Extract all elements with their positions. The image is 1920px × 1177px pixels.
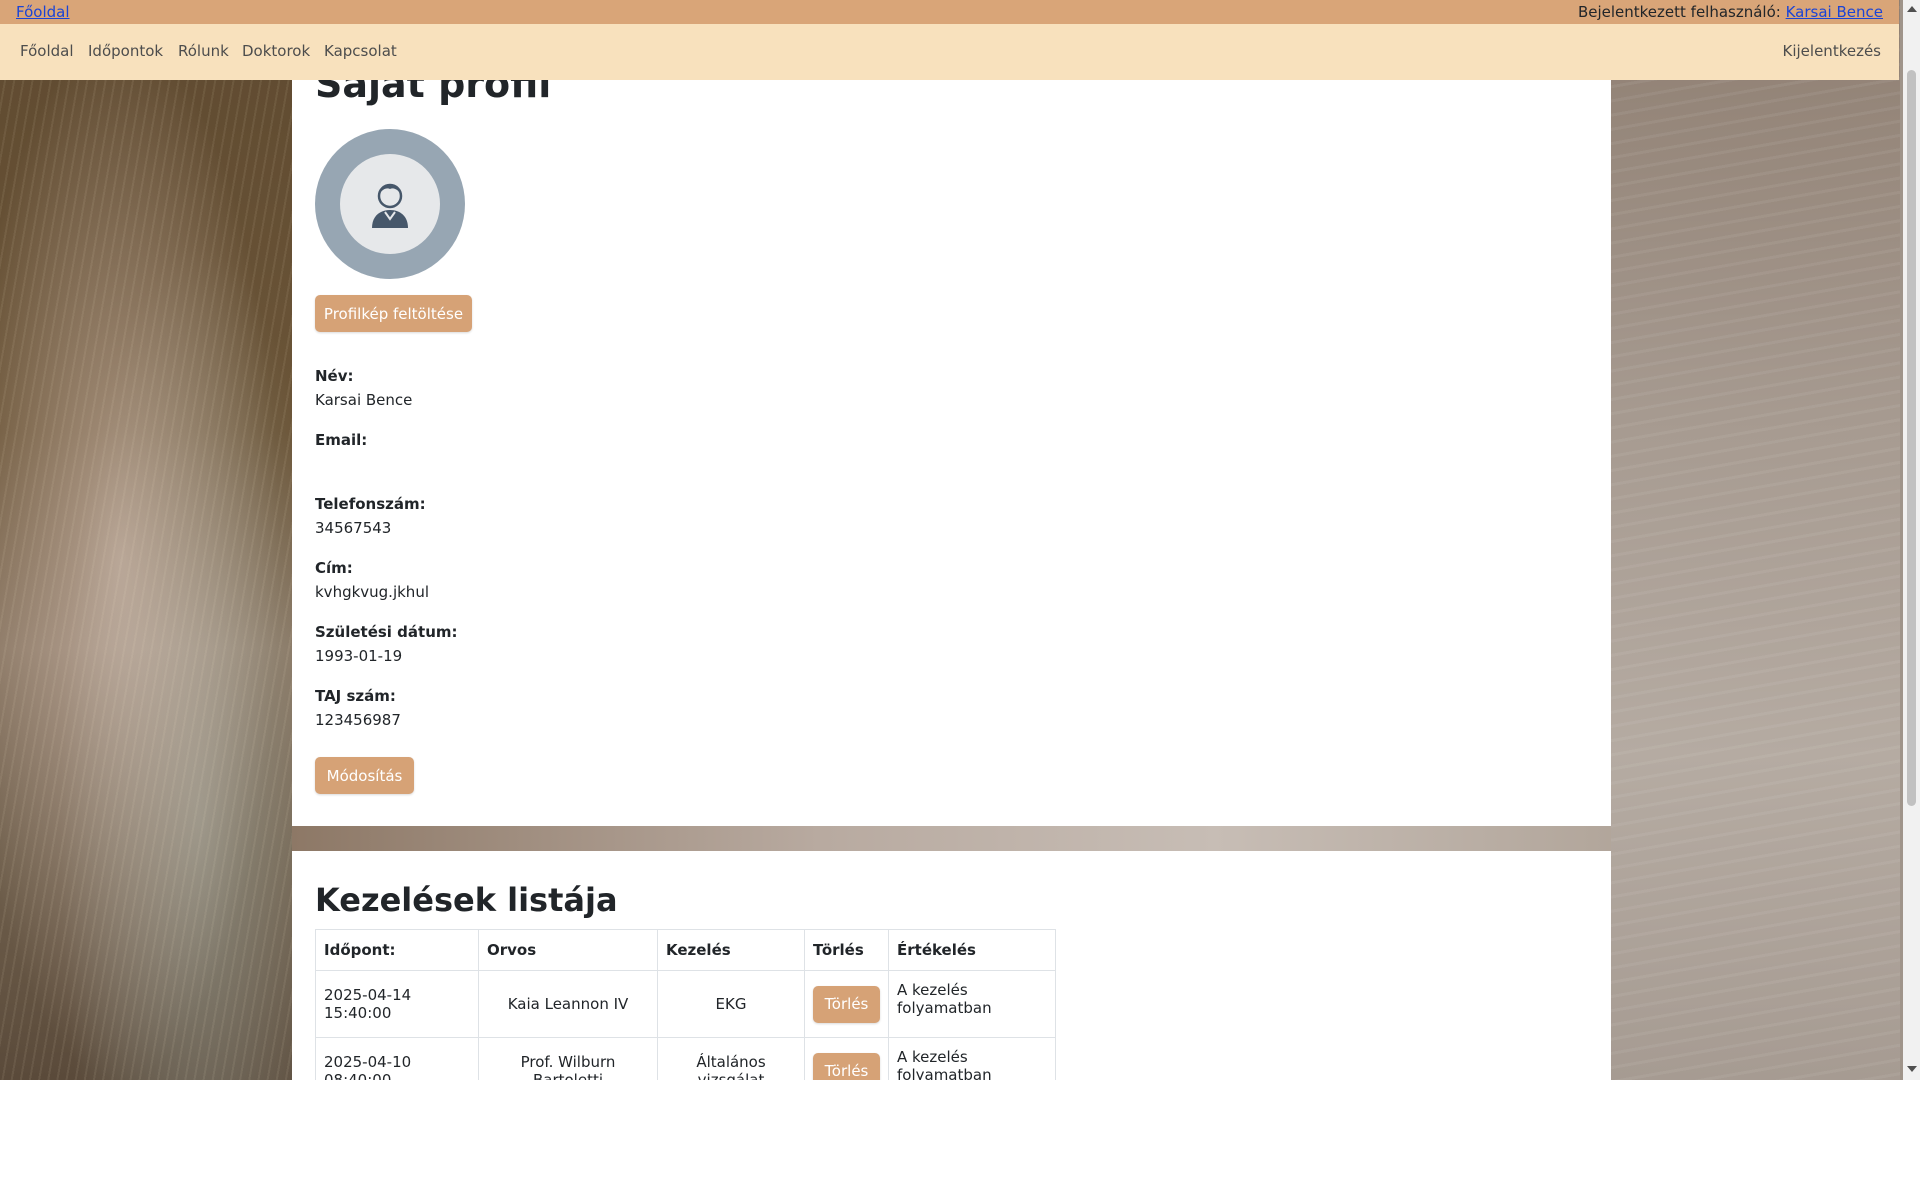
background-gap xyxy=(292,826,1611,851)
header-delete: Törlés xyxy=(804,929,889,971)
header-treatment: Kezelés xyxy=(657,929,805,971)
treatments-title: Kezelések listája xyxy=(315,881,618,919)
email-label: Email: xyxy=(315,431,368,449)
nav-item-doctors[interactable]: Doktorok xyxy=(242,42,310,60)
nav-item-contact[interactable]: Kapcsolat xyxy=(324,42,397,60)
row-treatment: EKG xyxy=(657,970,805,1038)
scroll-down-arrow-icon[interactable] xyxy=(1907,1066,1917,1072)
header-time: Időpont: xyxy=(315,929,479,971)
treatments-card: Kezelések listája Időpont: Orvos Kezelés… xyxy=(292,851,1611,1080)
top-home-link[interactable]: Főoldal xyxy=(16,0,70,24)
birthdate-value: 1993-01-19 xyxy=(315,647,403,665)
row-doctor: Prof. Wilburn Bartoletti xyxy=(478,1037,658,1080)
profile-card: Saját profil Profilkép feltöltése Név: K… xyxy=(292,40,1611,826)
name-value: Karsai Bence xyxy=(315,391,413,409)
top-bar: Főoldal Bejelentkezett felhasználó: Kars… xyxy=(0,0,1899,24)
table-row: 2025-04-10 08:40:00 Prof. Wilburn Bartol… xyxy=(315,1037,1056,1080)
header-rating: Értékelés xyxy=(888,929,1056,971)
row-delete-cell: Törlés xyxy=(804,970,889,1038)
row-delete-cell: Törlés xyxy=(804,1037,889,1080)
phone-value: 34567543 xyxy=(315,519,392,537)
address-value: kvhgkvug.jkhul xyxy=(315,583,429,601)
logged-in-user-link[interactable]: Karsai Bence xyxy=(1786,3,1883,21)
phone-label: Telefonszám: xyxy=(315,495,426,513)
page-scrollbar[interactable] xyxy=(1903,0,1920,1080)
name-label: Név: xyxy=(315,367,354,385)
row-time: 2025-04-14 15:40:00 xyxy=(315,970,479,1038)
row-rating: A kezelés folyamatban xyxy=(888,1037,1056,1080)
scroll-up-arrow-icon[interactable] xyxy=(1907,6,1917,12)
row-doctor: Kaia Leannon IV xyxy=(478,970,658,1038)
row-rating: A kezelés folyamatban xyxy=(888,970,1056,1038)
logged-in-info: Bejelentkezett felhasználó: Karsai Bence xyxy=(1578,0,1883,24)
delete-treatment-button[interactable]: Törlés xyxy=(813,985,880,1023)
logout-link[interactable]: Kijelentkezés xyxy=(1783,42,1881,60)
row-treatment: Általános vizsgálat xyxy=(657,1037,805,1080)
modify-profile-button[interactable]: Módosítás xyxy=(315,757,414,794)
user-avatar-icon xyxy=(372,183,408,228)
page-viewport: Főoldal Bejelentkezett felhasználó: Kars… xyxy=(0,0,1920,1080)
table-header-row: Időpont: Orvos Kezelés Törlés Értékelés xyxy=(315,929,1056,971)
header-doctor: Orvos xyxy=(478,929,658,971)
nav-item-appointments[interactable]: Időpontok xyxy=(88,42,163,60)
taj-value: 123456987 xyxy=(315,711,401,729)
scroll-thumb[interactable] xyxy=(1907,70,1916,806)
profile-avatar xyxy=(315,129,465,279)
nav-item-about[interactable]: Rólunk xyxy=(178,42,229,60)
birthdate-label: Születési dátum: xyxy=(315,623,458,641)
upload-profile-picture-button[interactable]: Profilkép feltöltése xyxy=(315,295,472,332)
treatments-table: Időpont: Orvos Kezelés Törlés Értékelés … xyxy=(315,929,1056,1080)
logged-in-label: Bejelentkezett felhasználó: xyxy=(1577,3,1781,21)
table-row: 2025-04-14 15:40:00 Kaia Leannon IV EKG … xyxy=(315,970,1056,1038)
taj-label: TAJ szám: xyxy=(315,687,396,705)
nav-item-home[interactable]: Főoldal xyxy=(20,42,74,60)
delete-treatment-button[interactable]: Törlés xyxy=(813,1052,880,1080)
main-navbar: Főoldal Időpontok Rólunk Doktorok Kapcso… xyxy=(0,24,1899,80)
row-time: 2025-04-10 08:40:00 xyxy=(315,1037,479,1080)
address-label: Cím: xyxy=(315,559,353,577)
avatar-inner xyxy=(340,154,440,254)
